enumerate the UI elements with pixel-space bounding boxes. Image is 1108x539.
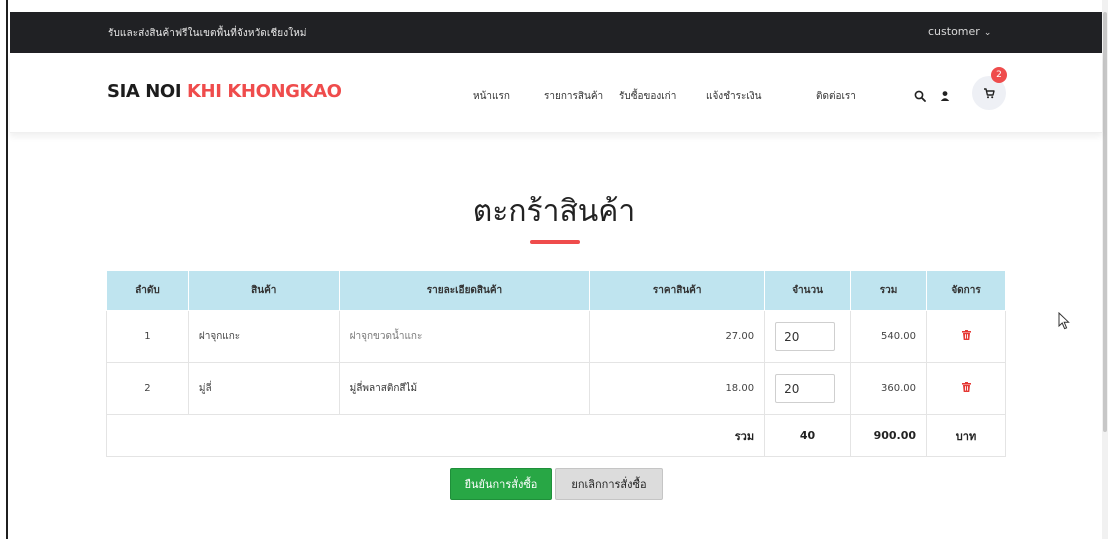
cell-price: 18.00 [589, 362, 766, 415]
nav-item-contact[interactable]: ติดต่อเรา [816, 89, 856, 104]
confirm-order-button[interactable]: ยืนยันการสั่งซื้อ [450, 468, 552, 500]
cart-count-badge: 2 [991, 67, 1007, 83]
header-quantity: จำนวน [764, 270, 852, 311]
chevron-down-icon: ⌄ [983, 28, 992, 38]
cell-actions [926, 362, 1006, 415]
cart-table: ลำดับ สินค้า รายละเอียดสินค้า ราคาสินค้า… [105, 270, 1006, 457]
cell-sum: 540.00 [850, 310, 928, 363]
cell-quantity [764, 362, 852, 415]
table-row: 1 ฝาจุกแกะ ฝาจุกขวดน้ำแกะ 27.00 540.00 [106, 310, 1006, 363]
cell-actions [926, 310, 1006, 363]
cancel-order-button[interactable]: ยกเลิกการสั่งซื้อ [555, 468, 663, 500]
total-sum: 900.00 [850, 414, 928, 457]
nav-item-home[interactable]: หน้าแรก [473, 89, 510, 104]
cell-sum: 360.00 [850, 362, 928, 415]
cell-description: ฝาจุกขวดน้ำแกะ [339, 310, 591, 363]
quantity-input[interactable] [775, 322, 836, 351]
total-row: รวม 40 900.00 บาท [105, 414, 1006, 457]
brand-name-part2: KHI KHONGKAO [187, 81, 342, 102]
total-unit: บาท [926, 414, 1006, 457]
header-actions: จัดการ [926, 270, 1006, 311]
cell-index: 1 [106, 310, 189, 363]
brand-name-part1: SIA NOI [107, 81, 182, 102]
browser-frame: รับและส่งสินค้าฟรีในเขตพื้นที่จังหวัดเชี… [0, 0, 1108, 539]
cell-index: 2 [106, 362, 189, 415]
header-price: ราคาสินค้า [589, 270, 766, 311]
table-row: 2 มู่ลี่ มู่ลี่พลาสติกสีไม้ 18.00 360.00 [106, 362, 1006, 415]
announcement-text: รับและส่งสินค้าฟรีในเขตพื้นที่จังหวัดเชี… [108, 28, 307, 39]
trash-icon[interactable] [961, 330, 971, 343]
nav-item-buy-used[interactable]: รับซื้อของเก่า [619, 89, 676, 104]
mouse-cursor-icon [1058, 311, 1070, 334]
brand-logo[interactable]: SIA NOI KHI KHONGKAO [107, 81, 342, 102]
nav-item-products[interactable]: รายการสินค้า [544, 89, 603, 104]
cart-icon [984, 88, 995, 99]
cell-description: มู่ลี่พลาสติกสีไม้ [339, 362, 591, 415]
vertical-scrollbar[interactable] [1102, 0, 1108, 539]
main-navbar: SIA NOI KHI KHONGKAO หน้าแรก รายการสินค้… [10, 53, 1102, 133]
table-header-row: ลำดับ สินค้า รายละเอียดสินค้า ราคาสินค้า… [106, 270, 1006, 311]
search-icon[interactable] [914, 87, 928, 102]
nav-item-payment-notify[interactable]: แจ้งชำระเงิน [706, 89, 761, 104]
total-label: รวม [105, 414, 766, 457]
window-edge [0, 0, 8, 539]
header-index: ลำดับ [106, 270, 189, 311]
header-product: สินค้า [187, 270, 340, 311]
quantity-input[interactable] [775, 374, 836, 403]
user-icon[interactable] [939, 87, 953, 101]
total-quantity: 40 [764, 414, 852, 457]
account-label: customer [928, 25, 980, 38]
cell-product: ฝาจุกแกะ [188, 310, 340, 363]
header-sum: รวม [850, 270, 928, 311]
cell-price: 27.00 [589, 310, 766, 363]
announcement-bar: รับและส่งสินค้าฟรีในเขตพื้นที่จังหวัดเชี… [10, 12, 1102, 53]
title-underline [530, 240, 580, 244]
page-title: ตะกร้าสินค้า [472, 194, 636, 229]
cell-product: มู่ลี่ [188, 362, 340, 415]
trash-icon[interactable] [961, 382, 971, 395]
header-description: รายละเอียดสินค้า [338, 270, 591, 311]
cell-quantity [764, 310, 852, 363]
account-dropdown[interactable]: customer ⌄ [928, 25, 991, 38]
